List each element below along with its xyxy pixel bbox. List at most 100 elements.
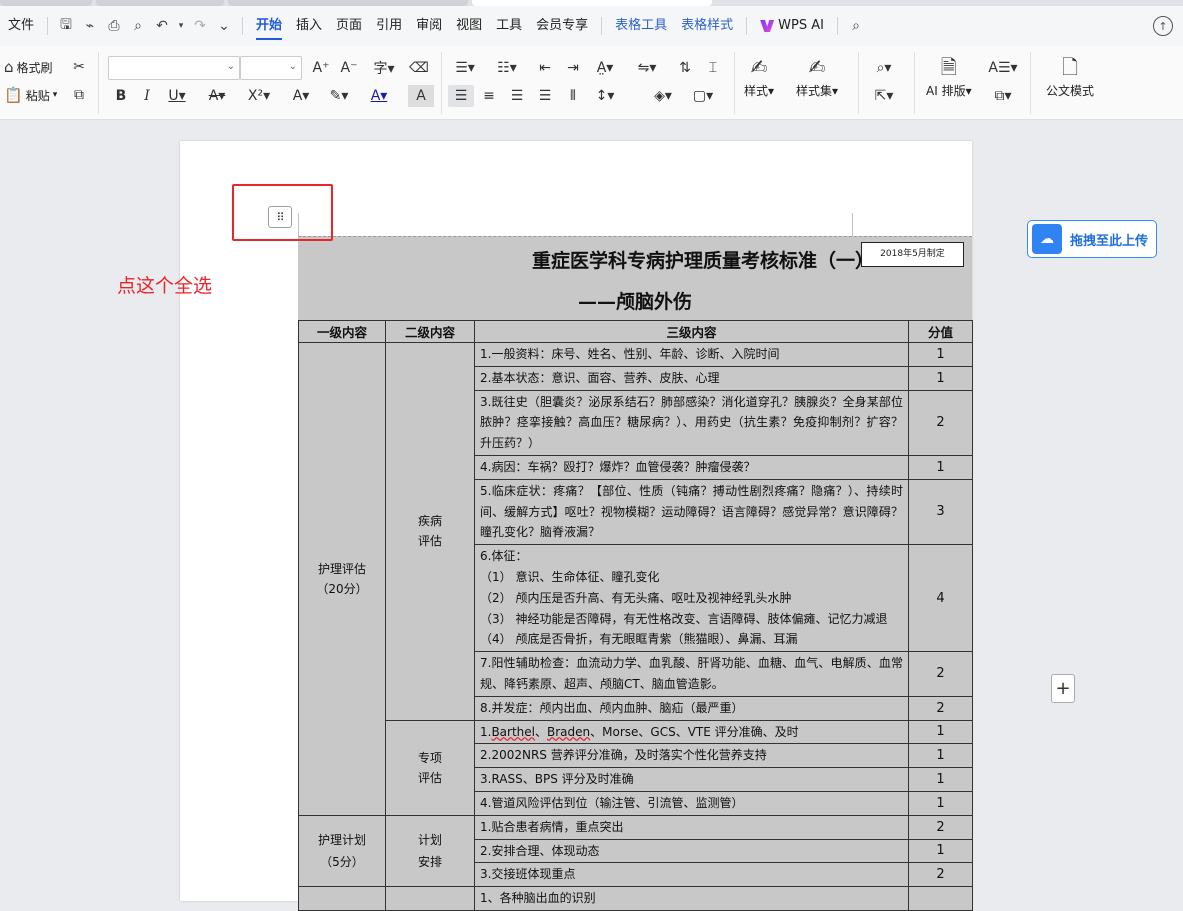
tab-reference[interactable]: 引用 xyxy=(369,6,409,46)
sort-icon[interactable]: ⇅ xyxy=(672,57,698,79)
score-cell[interactable]: 1 xyxy=(908,365,973,391)
tab-tools[interactable]: 工具 xyxy=(489,6,529,46)
superscript-icon[interactable]: X²▾ xyxy=(246,85,272,107)
chevron-down-icon[interactable]: ▾ xyxy=(174,6,188,46)
ai-layout-button[interactable]: 🗎 AI 排版▾ xyxy=(926,52,972,99)
score-cell[interactable]: 2 xyxy=(908,862,973,888)
drag-upload-button[interactable]: ☁ 拖拽至此上传 xyxy=(1027,220,1157,258)
align-left-icon[interactable]: ☰ xyxy=(448,85,474,107)
score-cell[interactable]: 1 xyxy=(908,790,973,816)
content-cell[interactable]: 4.管道风险评估到位（输注管、引流管、监测管） xyxy=(474,790,909,816)
align-right-icon[interactable]: ☰ xyxy=(504,85,530,107)
text-effect-icon[interactable]: A▾ xyxy=(288,85,314,107)
level2-cell[interactable]: 计划 安排 xyxy=(385,814,475,888)
tab-wps-ai[interactable]: WPS AI xyxy=(753,6,831,46)
justify-icon[interactable]: ☰ xyxy=(532,85,558,107)
numbered-list-icon[interactable]: ☷▾ xyxy=(494,57,520,79)
increase-indent-icon[interactable]: ⇥ xyxy=(560,57,586,79)
copy-icon[interactable]: ⧉ xyxy=(66,84,92,106)
redo-icon[interactable]: ↷ xyxy=(188,6,212,46)
score-cell[interactable]: 1 xyxy=(908,838,973,864)
distributed-align-icon[interactable]: ⫴ xyxy=(560,85,586,107)
bullet-list-icon[interactable]: ☰▾ xyxy=(452,57,478,79)
level2-cell[interactable]: 疾病 评估 xyxy=(385,342,475,721)
score-cell[interactable]: 1 xyxy=(908,767,973,792)
content-cell[interactable]: 3.既往史（胆囊炎？泌尿系结石？肺部感染？消化道穿孔？胰腺炎？全身某部位脓肿？痉… xyxy=(474,389,909,456)
bold-icon[interactable]: B xyxy=(108,85,134,107)
content-cell[interactable]: 1.一般资料：床号、姓名、性别、年龄、诊断、入院时间 xyxy=(474,342,909,367)
format-painter-button[interactable]: ⌂ 格式刷 xyxy=(4,58,53,76)
increase-font-icon[interactable]: A⁺ xyxy=(308,57,334,79)
score-cell[interactable]: 3 xyxy=(908,478,973,546)
standards-table[interactable]: 一级内容 二级内容 三级内容 分值 护理评估 （20分） 疾病 评估 1.一般资… xyxy=(298,320,973,911)
align-center-icon[interactable]: ≡ xyxy=(476,85,502,107)
font-family-select[interactable]: ⌄ xyxy=(108,56,240,80)
content-cell[interactable]: 1.Barthel、Braden、Morse、GCS、VTE 评分准确、及时 xyxy=(474,719,909,745)
underline-icon[interactable]: U▾ xyxy=(164,85,190,107)
score-cell[interactable]: 2 xyxy=(908,695,973,721)
clear-format-icon[interactable]: ⌫ xyxy=(406,57,432,79)
show-marks-icon[interactable]: ⌶ xyxy=(700,57,726,79)
table-row[interactable]: 护理计划 （5分） 计划 安排 1.贴合患者病情，重点突出 2 xyxy=(298,814,973,888)
score-cell[interactable]: 1 xyxy=(908,719,973,745)
search-icon[interactable]: ⌕ xyxy=(844,6,868,46)
italic-icon[interactable]: I xyxy=(134,85,160,107)
font-size-select[interactable]: ⌄ xyxy=(240,56,302,80)
find-icon[interactable]: ⌕▾ xyxy=(868,57,900,79)
level1-cell[interactable]: 护理评估 （20分） xyxy=(298,342,386,816)
borders-icon[interactable]: ▢▾ xyxy=(690,85,716,107)
content-cell[interactable]: 2.2002NRS 营养评分准确，及时落实个性化营养支持 xyxy=(474,743,909,769)
add-column-button[interactable]: + xyxy=(1051,674,1075,703)
content-cell[interactable]: 8.并发症：颅内出血、颅内血肿、脑疝（最严重） xyxy=(474,695,909,721)
shading-icon[interactable]: ◈▾ xyxy=(650,85,676,107)
character-shading-icon[interactable]: A xyxy=(408,85,434,107)
tab-table-style[interactable]: 表格样式 xyxy=(674,6,740,46)
arrange-icon[interactable]: ⧉▾ xyxy=(986,85,1020,107)
content-cell[interactable]: 6.体征： （1） 意识、生命体征、瞳孔变化 （2） 颅内压是否升高、有无头痛、… xyxy=(474,544,909,653)
cut-icon[interactable]: ✂ xyxy=(66,56,92,78)
level2-cell[interactable] xyxy=(385,886,475,911)
tab-insert[interactable]: 插入 xyxy=(289,6,329,46)
select-icon[interactable]: ⇱▾ xyxy=(868,85,900,107)
level1-cell[interactable] xyxy=(298,886,386,911)
paste-button[interactable]: 📋 粘贴 ▾ xyxy=(4,86,57,104)
score-cell[interactable]: 2 xyxy=(908,389,973,456)
table-row[interactable]: 专项 评估 1.Barthel、Braden、Morse、GCS、VTE 评分准… xyxy=(299,719,973,816)
line-spacing-icon[interactable]: ↕▾ xyxy=(592,85,618,107)
content-cell[interactable]: 3.交接班体现重点 xyxy=(474,862,909,888)
level1-cell[interactable]: 护理计划 （5分） xyxy=(298,814,386,888)
content-cell[interactable]: 4.病因：车祸？殴打？爆炸？血管侵袭？肿瘤侵袭？ xyxy=(474,454,909,480)
content-cell[interactable]: 1.贴合患者病情，重点突出 xyxy=(474,814,909,840)
tab-table-tools[interactable]: 表格工具 xyxy=(608,6,674,46)
styles-button[interactable]: ✍ 样式▾ xyxy=(744,52,774,99)
tab-review[interactable]: 审阅 xyxy=(409,6,449,46)
content-cell[interactable]: 2.安排合理、体现动态 xyxy=(474,838,909,864)
print-preview-icon[interactable]: ⌕ xyxy=(126,6,150,46)
score-cell[interactable] xyxy=(908,886,973,911)
tab-view[interactable]: 视图 xyxy=(449,6,489,46)
style-set-button[interactable]: ✍ 样式集▾ xyxy=(796,52,838,99)
tab-page[interactable]: 页面 xyxy=(329,6,369,46)
text-direction-icon[interactable]: ⇋▾ xyxy=(634,57,660,79)
chinese-layout-icon[interactable]: A̤▾ xyxy=(592,57,618,79)
score-cell[interactable]: 1 xyxy=(908,342,973,367)
save-icon[interactable]: 🖫 xyxy=(54,6,78,46)
content-cell[interactable]: 3.RASS、BPS 评分及时准确 xyxy=(474,767,909,792)
more-chevron-icon[interactable]: ⌄ xyxy=(212,6,236,46)
decrease-indent-icon[interactable]: ⇤ xyxy=(532,57,558,79)
share-icon[interactable]: ⌁ xyxy=(78,6,102,46)
cloud-upload-icon[interactable]: ↑ xyxy=(1153,16,1173,36)
phonetic-guide-icon[interactable]: 字▾ xyxy=(368,57,400,79)
decrease-font-icon[interactable]: A⁻ xyxy=(336,57,362,79)
content-cell[interactable]: 5.临床症状：疼痛？【部位、性质（钝痛？搏动性剧烈疼痛？隐痛？）、持续时间、缓解… xyxy=(474,478,909,546)
score-cell[interactable]: 2 xyxy=(908,651,973,697)
undo-icon[interactable]: ↶ xyxy=(150,6,174,46)
level2-cell[interactable]: 专项 评估 xyxy=(385,719,475,816)
font-color-icon[interactable]: A▾ xyxy=(366,85,392,107)
score-cell[interactable]: 1 xyxy=(908,743,973,769)
official-doc-button[interactable]: 🗋 公文模式 xyxy=(1046,52,1094,99)
tab-home[interactable]: 开始 xyxy=(249,6,289,46)
content-cell[interactable]: 1、各种脑出血的识别 xyxy=(474,886,909,911)
strikethrough-icon[interactable]: A▾ xyxy=(204,85,230,107)
content-cell[interactable]: 2.基本状态：意识、面容、营养、皮肤、心理 xyxy=(474,365,909,391)
